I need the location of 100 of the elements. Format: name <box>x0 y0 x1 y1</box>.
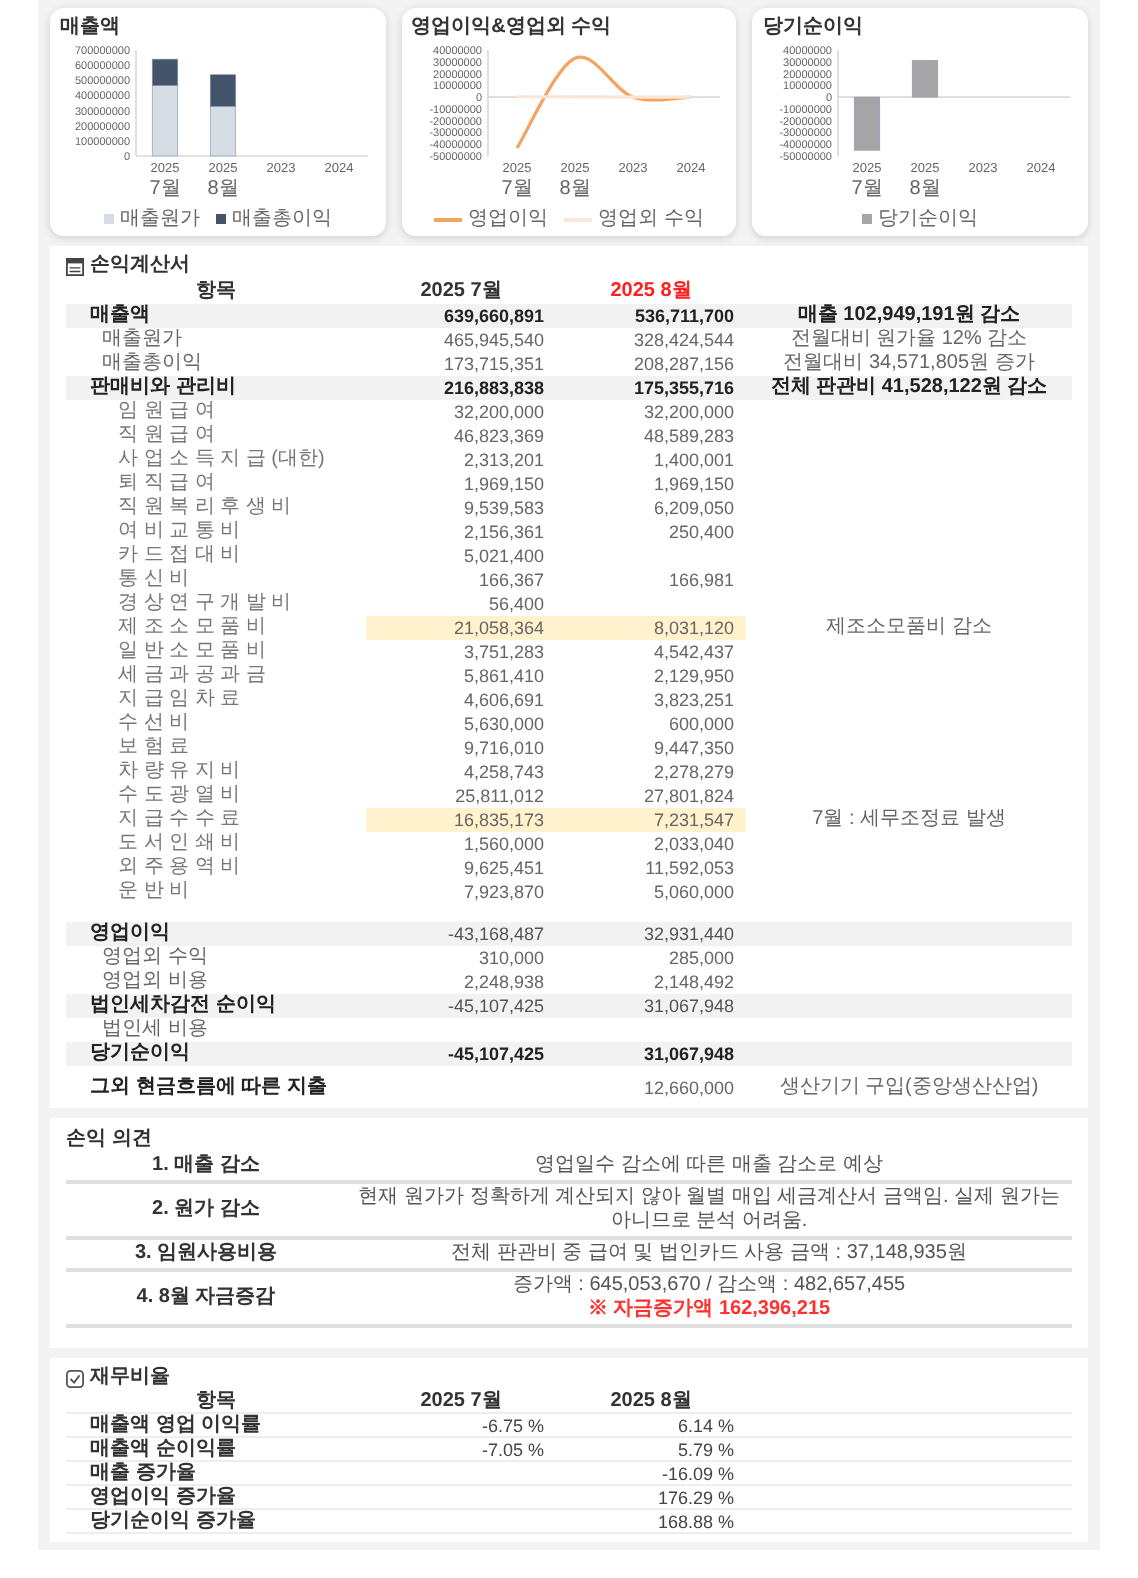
row-label: 영업이익 <box>88 922 172 946</box>
opinion-label: 3. 임원사용비용 <box>132 1242 280 1266</box>
row-label: 직 원 복 리 후 생 비 <box>116 496 294 520</box>
table-cell-text: 5,021,400 <box>461 544 546 568</box>
table-cell-text: 46,823,369 <box>451 424 546 448</box>
row-label: 영업외 비용 <box>100 970 210 994</box>
note-text: 전월대비 원가율 12% 감소 <box>788 328 1030 352</box>
legend-label: 당기순이익 <box>878 208 979 230</box>
legend-swatch <box>862 214 873 224</box>
table-cell-text: 250,400 <box>666 520 736 544</box>
opinion-text: ※ 자금증가액 162,396,215 <box>587 1298 831 1322</box>
opinion-text: 증가액 : 645,053,670 / 감소액 : 482,657,455 <box>512 1274 906 1298</box>
row-label: 당기순이익 <box>88 1042 192 1066</box>
bar <box>912 60 939 98</box>
note-text: 매출 102,949,191원 감소 <box>795 304 1023 328</box>
column-header: 항목 <box>194 280 238 304</box>
note-text: 생산기기 구입(중앙생산산업) <box>777 1076 1041 1100</box>
row-label: 여 비 교 통 비 <box>116 520 243 544</box>
table-cell-text: 1,969,150 <box>461 472 546 496</box>
table-cell-text: 310,000 <box>476 946 546 970</box>
table-cell-text: 285,000 <box>666 946 736 970</box>
table-cell-text: -45,107,425 <box>445 1042 546 1066</box>
row-label: 법인세차감전 순이익 <box>88 994 278 1018</box>
table-cell-text: -7.05 % <box>479 1438 546 1462</box>
table-cell-text: 4,606,691 <box>461 688 546 712</box>
row-label: 매출액 영업 이익률 <box>88 1414 264 1438</box>
row-label: 세 금 과 공 과 금 <box>116 664 268 688</box>
row-label: 보 험 료 <box>116 736 192 760</box>
legend-label: 매출총이익 <box>231 208 332 230</box>
column-header: 2025 7월 <box>418 1390 504 1414</box>
table-cell-text: 5,861,410 <box>461 664 546 688</box>
table-cell-text: 176.29 % <box>655 1486 736 1510</box>
table-cell-text: 9,625,451 <box>461 856 546 880</box>
table-cell-text: 5,060,000 <box>651 880 736 904</box>
table-cell-text: 600,000 <box>666 712 736 736</box>
table-cell-text: 6.14 % <box>675 1414 736 1438</box>
table-cell-text: 2,033,040 <box>651 832 736 856</box>
opinion-label: 4. 8월 자금증감 <box>134 1286 278 1310</box>
note-text: 제조소모품비 감소 <box>824 616 994 640</box>
row-label: 임 원 급 여 <box>116 400 217 424</box>
table-cell-text: 173,715,351 <box>441 352 546 376</box>
table-cell-text: 1,969,150 <box>651 472 736 496</box>
opinion-text: 영업일수 감소에 따른 매출 감소로 예상 <box>535 1154 883 1178</box>
row-label: 카 드 접 대 비 <box>116 544 243 568</box>
table-cell-text: 32,200,000 <box>641 400 736 424</box>
table-cell-text: 2,129,950 <box>651 664 736 688</box>
row-label: 도 서 인 쇄 비 <box>116 832 243 856</box>
table-cell-text: 2,248,938 <box>461 970 546 994</box>
table-cell-text: 328,424,544 <box>631 328 736 352</box>
note-text: 7월 : 세무조정료 발생 <box>810 808 1008 832</box>
row-label: 매출원가 <box>100 328 184 352</box>
row-label: 지 급 임 차 료 <box>116 688 243 712</box>
table-cell-text: 1,560,000 <box>461 832 546 856</box>
table-cell-text: 32,200,000 <box>451 400 546 424</box>
bar <box>854 96 881 151</box>
table-icon <box>66 257 84 275</box>
row-label: 그외 현금흐름에 따른 지출 <box>88 1076 329 1100</box>
row-label: 일 반 소 모 품 비 <box>116 640 268 664</box>
opinion-text: 전체 판관비 중 급여 및 법인카드 사용 금액 : 37,148,935원 <box>451 1242 967 1266</box>
note-text: 전체 판관비 41,528,122원 감소 <box>768 376 1050 400</box>
row-label: 사 업 소 득 지 급 (대한) <box>116 448 327 472</box>
table-cell-text: 166,367 <box>476 568 546 592</box>
table-cell-text: 6,209,050 <box>651 496 736 520</box>
table-cell-text: 2,278,279 <box>651 760 736 784</box>
legend-swatch <box>103 214 114 224</box>
table-cell-text: 536,711,700 <box>632 304 736 328</box>
table-cell: 8,031,120 <box>556 616 746 640</box>
table-cell: 7,231,547 <box>556 808 746 832</box>
row-label: 법인세 비용 <box>100 1018 210 1042</box>
legend-label: 영업외 수익 <box>598 208 704 230</box>
row-label: 차 량 유 지 비 <box>116 760 243 784</box>
table-cell-text: 9,539,583 <box>461 496 546 520</box>
column-header: 2025 8월 <box>608 280 694 304</box>
legend-label: 매출원가 <box>119 208 200 230</box>
row-label: 수 도 광 열 비 <box>116 784 243 808</box>
row-label: 지 급 수 수 료 <box>116 808 243 832</box>
row-label: 직 원 급 여 <box>116 424 217 448</box>
table-cell-text: 465,945,540 <box>441 328 546 352</box>
table-cell-text: 2,313,201 <box>461 448 546 472</box>
table-cell-text: 31,067,948 <box>641 994 736 1018</box>
chart-title: 매출액 <box>60 16 122 40</box>
row-label: 제 조 소 모 품 비 <box>116 616 268 640</box>
table-cell-text: -43,168,487 <box>445 922 546 946</box>
table-cell: 16,835,173 <box>366 808 556 832</box>
table-cell-text: 3,751,283 <box>461 640 546 664</box>
row-label: 판매비와 관리비 <box>88 376 238 400</box>
opinion-label: 2. 원가 감소 <box>150 1198 262 1222</box>
row-label: 수 선 비 <box>116 712 192 736</box>
column-header: 2025 7월 <box>418 280 504 304</box>
table-cell-text: 5.79 % <box>675 1438 736 1462</box>
opinion-label: 1. 매출 감소 <box>150 1154 262 1178</box>
table-cell-text: -16.09 % <box>659 1462 736 1486</box>
table-cell-text: 11,592,053 <box>643 856 736 880</box>
table-cell-text: 2,148,492 <box>651 970 736 994</box>
table-cell-text: 9,716,010 <box>461 736 546 760</box>
row-label: 매출액 순이익률 <box>88 1438 238 1462</box>
row-label: 통 신 비 <box>116 568 192 592</box>
table-cell-text: 56,400 <box>486 592 546 616</box>
row-label: 영업외 수익 <box>100 946 210 970</box>
table-cell-text: 4,542,437 <box>651 640 736 664</box>
